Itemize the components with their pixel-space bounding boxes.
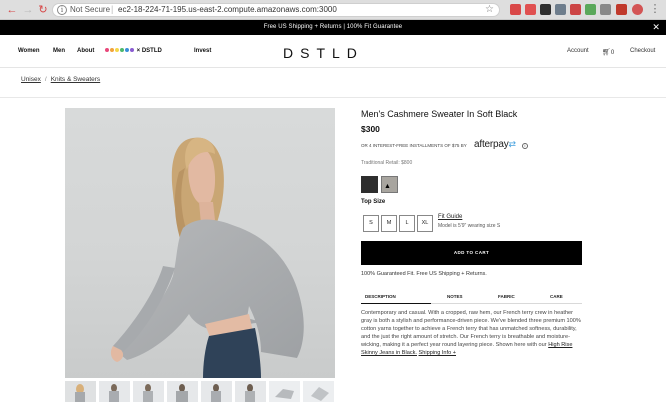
afterpay-logo-text: afterpay bbox=[474, 139, 509, 150]
mouse-cursor-icon: ▲ bbox=[384, 183, 391, 190]
afterpay-arrows-icon: ⇄ bbox=[508, 139, 517, 149]
breadcrumb: Unisex / Knits & Sweaters bbox=[21, 76, 100, 83]
size-label: Top Size bbox=[361, 199, 386, 205]
extension-gray-icon[interactable] bbox=[555, 4, 566, 15]
product-title: Men's Cashmere Sweater In Soft Black bbox=[361, 109, 518, 119]
cart-icon: 🛒︎ bbox=[602, 49, 611, 56]
thumbnail[interactable] bbox=[201, 381, 232, 402]
nav-brand-link[interactable]: × DSTLD bbox=[105, 48, 162, 54]
breadcrumb-unisex[interactable]: Unisex bbox=[21, 76, 41, 83]
cart-count: 0 bbox=[610, 50, 615, 56]
divider bbox=[0, 97, 666, 98]
afterpay-installments-text: OR 4 INTEREST-FREE INSTALLMENTS OF $75 B… bbox=[361, 143, 467, 148]
thumbnail[interactable] bbox=[133, 381, 164, 402]
tab-care[interactable]: CARE bbox=[550, 294, 563, 299]
product-main-image[interactable] bbox=[65, 108, 335, 378]
extension-grid-icon[interactable] bbox=[600, 4, 611, 15]
breadcrumb-knits[interactable]: Knits & Sweaters bbox=[51, 76, 101, 83]
thumbnail[interactable] bbox=[167, 381, 198, 402]
reload-icon[interactable]: ↻ bbox=[36, 3, 50, 17]
guarantee-text: 100% Guaranteed Fit. Free US Shipping + … bbox=[361, 271, 487, 277]
extension-green-icon[interactable] bbox=[585, 4, 596, 15]
cart-link[interactable]: 🛒︎0 bbox=[602, 48, 614, 56]
fit-guide-link[interactable]: Fit Guide bbox=[438, 214, 462, 220]
site-header: Women Men About × DSTLD Invest DSTLD Acc… bbox=[0, 35, 666, 68]
nav-men[interactable]: Men bbox=[53, 48, 65, 54]
thumbnail[interactable] bbox=[235, 381, 266, 402]
tab-fabric[interactable]: FABRIC bbox=[498, 294, 515, 299]
profile-avatar-icon[interactable] bbox=[632, 4, 643, 15]
account-link[interactable]: Account bbox=[567, 48, 589, 54]
promo-bar: Free US Shipping + Returns | 100% Fit Gu… bbox=[0, 20, 666, 35]
back-arrow-icon[interactable]: ← bbox=[5, 3, 19, 17]
color-swatch-black[interactable] bbox=[361, 176, 378, 193]
model-photo bbox=[65, 108, 335, 378]
close-icon[interactable]: ✕ bbox=[652, 20, 660, 35]
brand-logo-dots-icon bbox=[105, 48, 135, 54]
url-text[interactable]: ec2-18-224-71-195.us-east-2.compute.amaz… bbox=[118, 5, 337, 14]
breadcrumb-separator: / bbox=[44, 76, 47, 83]
extension-dark-icon[interactable] bbox=[540, 4, 551, 15]
product-description: Contemporary and casual. With a cropped,… bbox=[361, 309, 582, 357]
nav-women[interactable]: Women bbox=[18, 48, 40, 54]
thumbnail[interactable] bbox=[65, 381, 96, 402]
promo-text: Free US Shipping + Returns | 100% Fit Gu… bbox=[263, 24, 403, 30]
add-to-cart-button[interactable]: ADD TO CART bbox=[361, 241, 582, 265]
thumbnail[interactable] bbox=[269, 381, 300, 402]
bookmark-star-icon[interactable]: ☆ bbox=[485, 4, 494, 15]
thumbnail[interactable] bbox=[99, 381, 130, 402]
thumbnail-strip bbox=[65, 381, 335, 402]
extension-lastpass-icon[interactable] bbox=[616, 4, 627, 15]
extension-red-icon[interactable] bbox=[525, 4, 536, 15]
checkout-link[interactable]: Checkout bbox=[630, 48, 655, 54]
url-separator: | bbox=[111, 4, 114, 14]
nav-about[interactable]: About bbox=[77, 48, 94, 54]
shipping-info-link[interactable]: Shipping Info + bbox=[419, 350, 456, 356]
security-label: Not Secure bbox=[70, 5, 111, 14]
address-bar[interactable]: i Not Secure | ec2-18-224-71-195.us-east… bbox=[52, 3, 500, 17]
site-logo[interactable]: DSTLD bbox=[283, 45, 364, 61]
extension-m-icon[interactable] bbox=[570, 4, 581, 15]
nav-invest[interactable]: Invest bbox=[194, 48, 211, 54]
extension-shield-icon[interactable] bbox=[510, 4, 521, 15]
product-price: $300 bbox=[361, 124, 380, 134]
size-button-s[interactable]: S bbox=[363, 215, 379, 232]
tab-description[interactable]: DESCRIPTION bbox=[365, 294, 396, 299]
active-tab-indicator bbox=[361, 303, 431, 304]
product-tabs: DESCRIPTION NOTES FABRIC CARE bbox=[361, 294, 582, 304]
afterpay-logo: afterpay⇄ bbox=[474, 139, 516, 150]
brand-link-label: × DSTLD bbox=[136, 48, 162, 54]
model-size-note: Model is 5'9" wearing size S bbox=[438, 223, 501, 229]
browser-toolbar: ← → ↻ i Not Secure | ec2-18-224-71-195.u… bbox=[0, 0, 666, 20]
size-button-xl[interactable]: XL bbox=[417, 215, 433, 232]
tab-notes[interactable]: NOTES bbox=[447, 294, 463, 299]
size-button-l[interactable]: L bbox=[399, 215, 415, 232]
info-icon[interactable]: i bbox=[57, 5, 67, 15]
menu-dots-icon[interactable]: ⋮ bbox=[648, 2, 662, 16]
thumbnail[interactable] bbox=[303, 381, 334, 402]
traditional-retail-price: Traditional Retail: $800 bbox=[361, 160, 413, 166]
info-icon[interactable]: i bbox=[522, 143, 528, 149]
forward-arrow-icon[interactable]: → bbox=[21, 3, 35, 17]
size-button-m[interactable]: M bbox=[381, 215, 397, 232]
